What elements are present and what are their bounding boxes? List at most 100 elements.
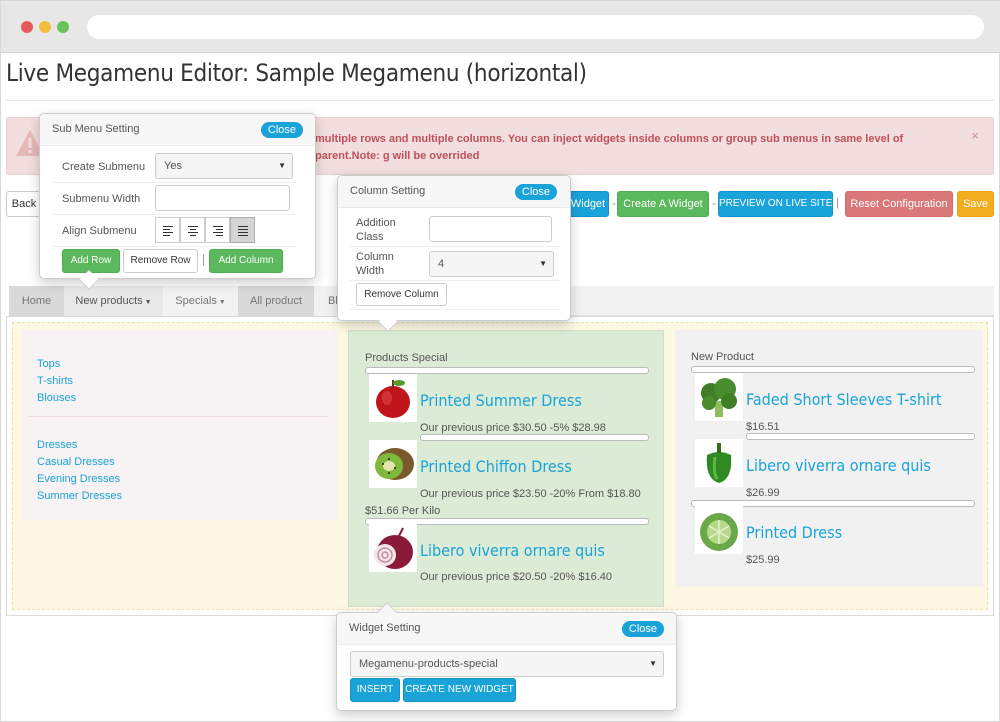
popover-title: Widget Setting	[349, 622, 421, 634]
alert-close-icon[interactable]: ×	[971, 128, 979, 143]
product-price: Our previous price $20.50 -20% $16.40	[420, 571, 613, 583]
address-bar[interactable]	[87, 15, 984, 39]
select-value: Megamenu-products-special	[359, 658, 498, 670]
submenu-link-summer-dresses[interactable]: Summer Dresses	[37, 490, 122, 502]
popover-title: Column Setting	[350, 185, 426, 197]
align-left-button[interactable]	[155, 217, 180, 243]
product-name-link[interactable]: Libero viverra ornare quis	[420, 541, 605, 560]
toolbar-separator: |	[836, 195, 840, 209]
widget-button[interactable]: Widget	[567, 191, 609, 217]
popover-header: Column Setting Close	[338, 176, 570, 208]
new-product-column[interactable]: New Product Faded Short Sleeves T-shirt …	[675, 330, 983, 587]
widget-select[interactable]: Megamenu-products-special ▼	[350, 651, 664, 677]
align-center-button[interactable]	[180, 217, 205, 243]
row-divider	[52, 214, 297, 215]
tab-new-products[interactable]: New products ▼	[64, 286, 163, 316]
tab-label: All product	[250, 295, 302, 307]
create-widget-button[interactable]: Create A Widget	[617, 191, 709, 217]
product-divider	[746, 433, 975, 440]
create-submenu-label: Create Submenu	[62, 161, 146, 173]
maximize-window-dot[interactable]	[57, 21, 69, 33]
product-name-link[interactable]: Printed Summer Dress	[420, 391, 582, 410]
submenu-width-label: Submenu Width	[62, 193, 141, 205]
submenu-link-dresses[interactable]: Dresses	[37, 439, 77, 451]
product-name-link[interactable]: Faded Short Sleeves T-shirt	[746, 390, 942, 409]
column-width-label: Column Width	[356, 251, 394, 277]
align-right-button[interactable]	[205, 217, 230, 243]
submenu-width-input[interactable]	[155, 185, 290, 211]
tab-label: Specials	[175, 295, 217, 307]
popover-header: Widget Setting Close	[337, 613, 676, 645]
toolbar-separator: -	[712, 196, 716, 210]
button-separator: |	[202, 252, 206, 266]
product-name-link[interactable]: Printed Chiffon Dress	[420, 457, 572, 476]
caret-down-icon: ▼	[649, 659, 657, 668]
column-title: New Product	[691, 351, 754, 363]
row-divider	[350, 280, 560, 281]
addition-class-label: Addition Class	[356, 217, 396, 243]
product-name-link[interactable]: Libero viverra ornare quis	[746, 456, 931, 475]
align-button-group	[155, 217, 255, 243]
row-divider	[52, 246, 297, 247]
tab-all-product[interactable]: All product	[238, 286, 314, 316]
megamenu-row: Tops T-shirts Blouses Dresses Casual Dre…	[12, 322, 988, 610]
reset-configuration-button[interactable]: Reset Configuration	[845, 191, 953, 217]
close-button[interactable]: Close	[260, 122, 303, 138]
add-column-button[interactable]: Add Column	[209, 249, 283, 273]
tab-home[interactable]: Home	[9, 286, 64, 316]
minimize-window-dot[interactable]	[39, 21, 51, 33]
submenu-setting-popover: Sub Menu Setting Close Create Submenu Ye…	[39, 113, 316, 290]
tab-specials[interactable]: Specials ▼	[163, 286, 238, 316]
submenu-link-casual-dresses[interactable]: Casual Dresses	[37, 456, 115, 468]
caret-down-icon: ▼	[278, 161, 286, 170]
submenu-column[interactable]: Tops T-shirts Blouses Dresses Casual Dre…	[22, 330, 337, 520]
product-image-kiwi	[369, 440, 417, 488]
remove-column-button[interactable]: Remove Column	[356, 283, 447, 306]
page-title: Live Megamenu Editor: Sample Megamenu (h…	[6, 59, 587, 87]
widget-setting-popover: Widget Setting Close Megamenu-products-s…	[336, 602, 677, 711]
caret-down-icon: ▼	[216, 299, 226, 306]
submenu-link-blouses[interactable]: Blouses	[37, 392, 76, 404]
toolbar-separator: -	[612, 196, 616, 210]
close-window-dot[interactable]	[21, 21, 33, 33]
remove-row-button[interactable]: Remove Row	[123, 249, 198, 273]
back-button[interactable]: Back	[6, 191, 42, 217]
close-button[interactable]: Close	[514, 184, 557, 200]
caret-down-icon: ▼	[539, 259, 547, 268]
product-divider	[365, 367, 649, 374]
insert-button[interactable]: INSERT	[350, 678, 400, 702]
column-width-select[interactable]: 4 ▼	[429, 251, 554, 277]
align-justify-button[interactable]	[230, 217, 255, 243]
preview-live-site-button[interactable]: PREVIEW ON LIVE SITE	[718, 191, 833, 217]
close-button[interactable]: Close	[621, 621, 664, 637]
product-divider	[420, 434, 649, 441]
product-image-onion	[369, 524, 417, 572]
browser-window: Live Megamenu Editor: Sample Megamenu (h…	[0, 0, 1000, 722]
product-price: $16.51	[746, 421, 780, 433]
product-image-cabbage	[695, 506, 743, 554]
product-image-broccoli	[695, 373, 743, 421]
row-divider	[350, 309, 560, 310]
product-price: $26.99	[746, 487, 780, 499]
popover-header: Sub Menu Setting Close	[40, 114, 315, 146]
row-divider	[52, 182, 297, 183]
submenu-link-tshirts[interactable]: T-shirts	[37, 375, 73, 387]
create-new-widget-button[interactable]: CREATE NEW WIDGET	[403, 678, 516, 702]
submenu-link-evening-dresses[interactable]: Evening Dresses	[37, 473, 120, 485]
product-unit-price: $51.66 Per Kilo	[365, 505, 441, 517]
popover-title: Sub Menu Setting	[52, 123, 140, 135]
product-price: Our previous price $30.50 -5% $28.98	[420, 422, 606, 434]
megamenu-dropdown: Tops T-shirts Blouses Dresses Casual Dre…	[6, 316, 994, 616]
product-divider	[691, 366, 975, 373]
create-submenu-select[interactable]: Yes ▼	[155, 153, 293, 179]
caret-down-icon: ▼	[142, 299, 152, 306]
add-row-button[interactable]: Add Row	[62, 249, 120, 273]
save-button[interactable]: Save	[957, 191, 994, 217]
browser-chrome	[1, 1, 1000, 53]
alert-text: multiple rows and multiple columns. You …	[315, 133, 904, 162]
products-special-column[interactable]: Products Special Printed Summer Dress Ou…	[348, 330, 664, 607]
align-submenu-label: Align Submenu	[62, 225, 137, 237]
submenu-link-tops[interactable]: Tops	[37, 358, 60, 370]
product-name-link[interactable]: Printed Dress	[746, 523, 842, 542]
addition-class-input[interactable]	[429, 216, 552, 242]
